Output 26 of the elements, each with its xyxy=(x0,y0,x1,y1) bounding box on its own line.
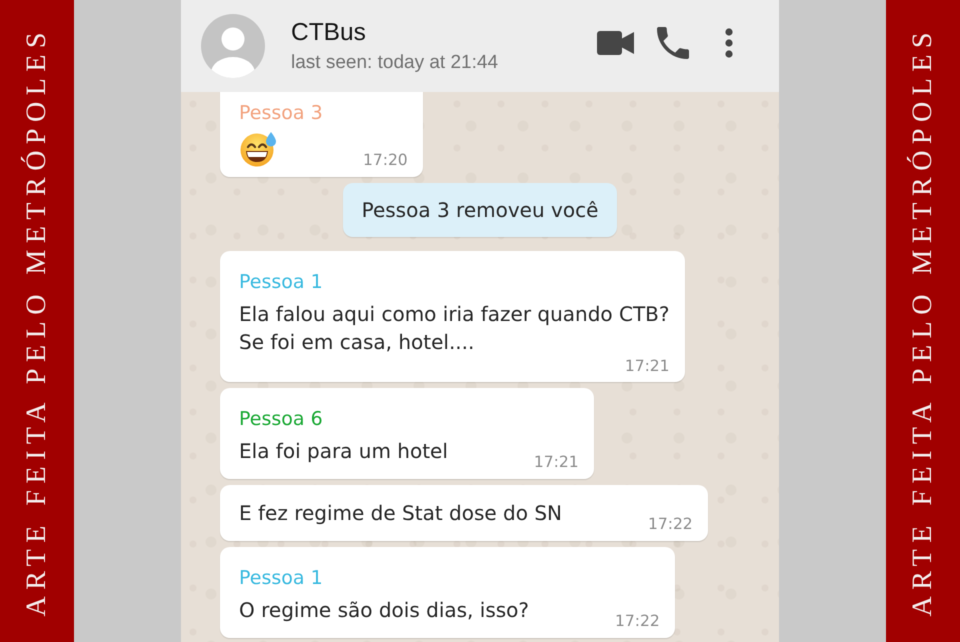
message-time: 17:20 xyxy=(363,150,408,171)
credit-text: ARTE FEITA PELO METRÓPOLES xyxy=(21,26,53,616)
phone-icon xyxy=(657,27,689,59)
message-text: E fez regime de Stat dose do SN xyxy=(239,501,562,525)
video-call-button[interactable] xyxy=(597,30,634,56)
contact-name: CTBus xyxy=(291,18,366,46)
message-text: Ela falou aqui como iria fazer quando CTB? Se foi em casa, hotel.... xyxy=(239,302,670,354)
sender-name: Pessoa 1 xyxy=(239,270,323,295)
system-notice: Pessoa 3 removeu você xyxy=(342,183,618,237)
voice-call-button[interactable] xyxy=(657,27,689,59)
message-time: 17:21 xyxy=(534,452,579,473)
grinning-face-with-sweat-icon xyxy=(239,131,277,167)
credit-text: ARTE FEITA PELO METRÓPOLES xyxy=(907,26,939,616)
message-time: 17:22 xyxy=(615,611,660,632)
sender-name: Pessoa 3 xyxy=(239,101,323,126)
menu-button[interactable] xyxy=(725,28,733,58)
message-time: 17:21 xyxy=(624,356,670,376)
sender-name: Pessoa 6 xyxy=(239,407,323,432)
message-time: 17:22 xyxy=(648,514,693,535)
avatar-icon xyxy=(201,14,265,78)
sender-name: Pessoa 1 xyxy=(239,566,323,591)
message-text: Ela foi para um hotel xyxy=(239,439,448,463)
video-camera-icon xyxy=(597,30,634,56)
menu-icon xyxy=(725,28,733,58)
message-text: O regime são dois dias, isso? xyxy=(239,598,530,622)
last-seen-status: last seen: today at 21:44 xyxy=(291,52,498,74)
